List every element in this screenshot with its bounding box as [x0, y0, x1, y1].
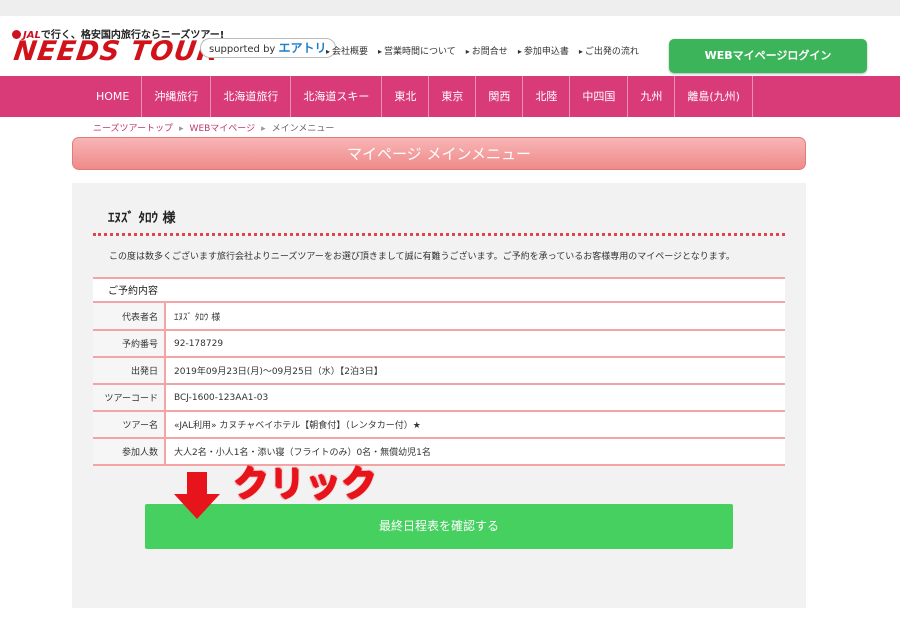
top-link-departure-flow[interactable]: ご出発の流れ	[579, 44, 639, 57]
table-row: 予約番号 92-178729	[93, 330, 785, 358]
nav-item-hokuriku[interactable]: 北陸	[523, 76, 571, 117]
row-label: 代表者名	[93, 303, 166, 331]
row-value: «JAL利用» カヌチャベイホテル【朝食付】（レンタカー付）★	[165, 411, 785, 439]
row-label: ツアーコード	[93, 384, 166, 412]
reservation-heading: ご予約内容	[93, 277, 785, 303]
table-row: 出発日 2019年09月23日(月)〜09月25日（水）【2泊3日】	[93, 357, 785, 385]
confirm-final-itinerary-button[interactable]: 最終日程表を確認する	[145, 504, 733, 549]
nav-item-remote-islands[interactable]: 離島(九州)	[675, 76, 753, 117]
greeting-text: この度は数多くございます旅行会社よりニーズツアーをお選び頂きまして誠に有難うござ…	[109, 252, 735, 262]
breadcrumb: ニーズツアートップ ▸ WEBマイページ ▸ メインメニュー	[93, 121, 334, 134]
row-value: BCJ-1600-123AA1-03	[165, 384, 785, 412]
supported-brand: エアトリ	[278, 41, 327, 55]
breadcrumb-mypage[interactable]: WEBマイページ	[190, 124, 256, 134]
nav-item-kansai[interactable]: 関西	[476, 76, 524, 117]
top-strip	[0, 0, 900, 16]
table-row: ツアー名 «JAL利用» カヌチャベイホテル【朝食付】（レンタカー付）★	[93, 411, 785, 439]
customer-name: ｴﾇｽﾞ ﾀﾛｳ 様	[108, 211, 176, 226]
reservation-section: ご予約内容 代表者名 ｴﾇｽﾞ ﾀﾛｳ 様 予約番号 92-178729 出発日…	[93, 277, 785, 466]
page-title: マイページ メインメニュー	[72, 137, 806, 170]
nav-item-tokyo[interactable]: 東京	[429, 76, 477, 117]
supported-by-badge[interactable]: supported by エアトリ	[200, 38, 336, 58]
top-link-contact[interactable]: お問合せ	[466, 44, 508, 57]
nav-item-kyushu[interactable]: 九州	[628, 76, 676, 117]
nav-item-hokkaido[interactable]: 北海道旅行	[211, 76, 292, 117]
arrow-down-icon	[174, 472, 220, 519]
main-nav: HOME 沖縄旅行 北海道旅行 北海道スキー 東北 東京 関西 北陸 中四国 九…	[0, 76, 900, 117]
row-label: 出発日	[93, 357, 166, 385]
web-mypage-login-button[interactable]: WEBマイページログイン	[669, 39, 867, 73]
table-row: 参加人数 大人2名・小人1名・添い寝（フライトのみ）0名・無償幼児1名	[93, 438, 785, 466]
row-label: 予約番号	[93, 330, 166, 358]
top-link-application[interactable]: 参加申込書	[518, 44, 569, 57]
dotted-divider	[93, 233, 785, 236]
main-panel: ｴﾇｽﾞ ﾀﾛｳ 様 この度は数多くございます旅行会社よりニーズツアーをお選び頂…	[72, 183, 806, 608]
click-annotation-label: クリック	[233, 464, 378, 505]
breadcrumb-separator-icon: ▸	[261, 124, 266, 134]
nav-item-hokkaido-ski[interactable]: 北海道スキー	[291, 76, 383, 117]
nav-item-okinawa[interactable]: 沖縄旅行	[142, 76, 212, 117]
row-value: 92-178729	[165, 330, 785, 358]
reservation-table: 代表者名 ｴﾇｽﾞ ﾀﾛｳ 様 予約番号 92-178729 出発日 2019年…	[93, 303, 785, 466]
row-label: 参加人数	[93, 438, 166, 466]
supported-prefix: supported by	[209, 44, 276, 55]
top-links: 会社概要 営業時間について お問合せ 参加申込書 ご出発の流れ	[326, 44, 639, 57]
breadcrumb-current: メインメニュー	[271, 124, 335, 134]
needs-tour-logo[interactable]: NEEDS TOUR	[12, 36, 221, 67]
row-value: ｴﾇｽﾞ ﾀﾛｳ 様	[165, 303, 785, 331]
row-label: ツアー名	[93, 411, 166, 439]
breadcrumb-separator-icon: ▸	[179, 124, 184, 134]
top-link-hours[interactable]: 営業時間について	[378, 44, 456, 57]
top-link-company[interactable]: 会社概要	[326, 44, 368, 57]
nav-item-chushikoku[interactable]: 中四国	[570, 76, 629, 117]
breadcrumb-top[interactable]: ニーズツアートップ	[93, 124, 173, 134]
row-value: 2019年09月23日(月)〜09月25日（水）【2泊3日】	[165, 357, 785, 385]
nav-item-tohoku[interactable]: 東北	[382, 76, 430, 117]
site-header: JALで行く、格安国内旅行ならニーズツアー! NEEDS TOUR suppor…	[0, 16, 900, 76]
nav-item-home[interactable]: HOME	[84, 76, 143, 117]
table-row: ツアーコード BCJ-1600-123AA1-03	[93, 384, 785, 412]
table-row: 代表者名 ｴﾇｽﾞ ﾀﾛｳ 様	[93, 303, 785, 331]
